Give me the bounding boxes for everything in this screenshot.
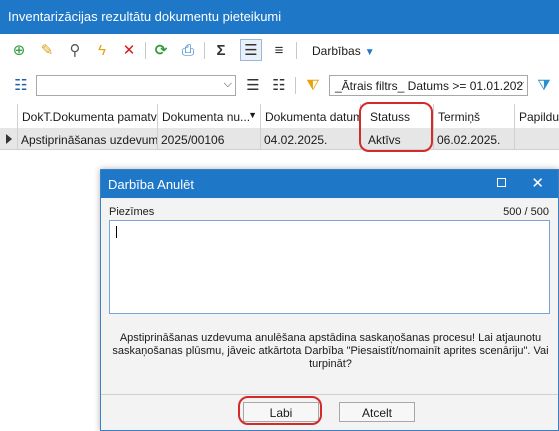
char-counter: 500 / 500 bbox=[503, 206, 549, 218]
documents-grid: DokT.Dokumenta pamatv... Dokumenta nu...… bbox=[0, 104, 559, 150]
status-column-highlight bbox=[359, 102, 433, 152]
grid-columns-icon[interactable]: ☰ bbox=[240, 39, 262, 61]
row-indicator bbox=[0, 128, 18, 150]
column-header[interactable]: Dokumenta nu... ▼ bbox=[158, 104, 261, 128]
toolbar-separator bbox=[295, 77, 296, 94]
filter-select[interactable]: ⌵ bbox=[36, 75, 236, 96]
toolbar-separator bbox=[145, 42, 146, 59]
filter-toolbar: ☷ ⌵ ☰ ☷ ⧨ _Ātrais filtrs_ Datums >= 01.0… bbox=[0, 70, 559, 100]
ok-button-highlight bbox=[238, 396, 322, 425]
tree-list-icon[interactable]: ≡ bbox=[270, 41, 288, 59]
window-title: Inventarizācijas rezultātu dokumentu pie… bbox=[8, 9, 282, 24]
close-icon[interactable]: ✕ bbox=[531, 174, 544, 192]
cancel-action-dialog: Darbība Anulēt ✕ Piezīmes 500 / 500 Apst… bbox=[100, 169, 559, 431]
toolbar-separator bbox=[204, 42, 205, 59]
column-header[interactable]: Papildu bbox=[515, 104, 559, 128]
grid-header: DokT.Dokumenta pamatv... Dokumenta nu...… bbox=[0, 104, 559, 128]
maximize-icon[interactable] bbox=[497, 178, 506, 187]
add-filter-icon[interactable]: ☰ bbox=[244, 76, 262, 94]
window-title-bar: Inventarizācijas rezultātu dokumentu pie… bbox=[0, 0, 559, 34]
quick-filter-select[interactable]: _Ātrais filtrs_ Datums >= 01.01.202 bbox=[329, 75, 528, 96]
funnel-add-icon[interactable]: ⧩ bbox=[535, 76, 553, 94]
table-cell[interactable] bbox=[515, 128, 559, 150]
column-header[interactable]: Dokumenta datums bbox=[261, 104, 361, 128]
view-icon[interactable]: ⚲ bbox=[66, 41, 84, 59]
actions-menu-button[interactable]: Darbības ▼ bbox=[312, 44, 375, 58]
dialog-title-bar: Darbība Anulēt bbox=[101, 170, 558, 198]
actions-menu-label: Darbības bbox=[312, 44, 361, 58]
add-green-icon[interactable]: ⊕ bbox=[10, 41, 28, 59]
column-header[interactable]: Termiņš bbox=[434, 104, 515, 128]
notes-textarea[interactable] bbox=[109, 220, 550, 314]
text-cursor bbox=[116, 226, 117, 238]
sort-desc-icon: ▼ bbox=[248, 110, 257, 120]
table-cell[interactable]: 2025/00106 bbox=[158, 128, 261, 150]
print-icon[interactable]: ⎙ bbox=[179, 41, 197, 59]
dialog-footer-divider bbox=[101, 394, 558, 395]
sigma-icon[interactable]: Σ bbox=[212, 41, 230, 59]
filter-settings-icon[interactable]: ☷ bbox=[270, 76, 288, 94]
toolbar-separator bbox=[296, 42, 297, 59]
quick-filter-value: _Ātrais filtrs_ Datums >= 01.01.202 bbox=[335, 79, 524, 93]
funnel-edit-icon[interactable]: ⧨ bbox=[304, 76, 322, 94]
notes-label: Piezīmes bbox=[109, 206, 155, 218]
edit-icon[interactable]: ✎ bbox=[38, 41, 56, 59]
column-header[interactable]: DokT.Dokumenta pamatv... bbox=[18, 104, 158, 128]
delete-red-icon[interactable]: ✕ bbox=[120, 41, 138, 59]
confirmation-message: Apstiprināšanas uzdevuma anulēšana apstā… bbox=[112, 332, 549, 370]
main-toolbar: ⊕ ✎ ⚲ ϟ ✕ ⟳ ⎙ Σ ☰ ≡ Darbības ▼ bbox=[0, 34, 559, 66]
chevron-down-icon: ▼ bbox=[364, 47, 375, 58]
grid-header-indicator bbox=[0, 104, 18, 128]
dialog-title: Darbība Anulēt bbox=[108, 177, 195, 192]
table-cell[interactable]: 04.02.2025. bbox=[261, 128, 361, 150]
cancel-button[interactable]: Atcelt bbox=[339, 402, 415, 422]
refresh-icon[interactable]: ⟳ bbox=[152, 41, 170, 59]
table-cell[interactable]: Apstiprināšanas uzdevums bbox=[18, 128, 158, 150]
table-cell[interactable]: 06.02.2025. bbox=[434, 128, 515, 150]
chevron-down-icon: ⌵ bbox=[223, 78, 232, 90]
lightning-icon[interactable]: ϟ bbox=[93, 41, 111, 59]
table-row[interactable]: Apstiprināšanas uzdevums 2025/00106 04.0… bbox=[0, 128, 559, 150]
filter-list-icon[interactable]: ☷ bbox=[12, 76, 30, 94]
